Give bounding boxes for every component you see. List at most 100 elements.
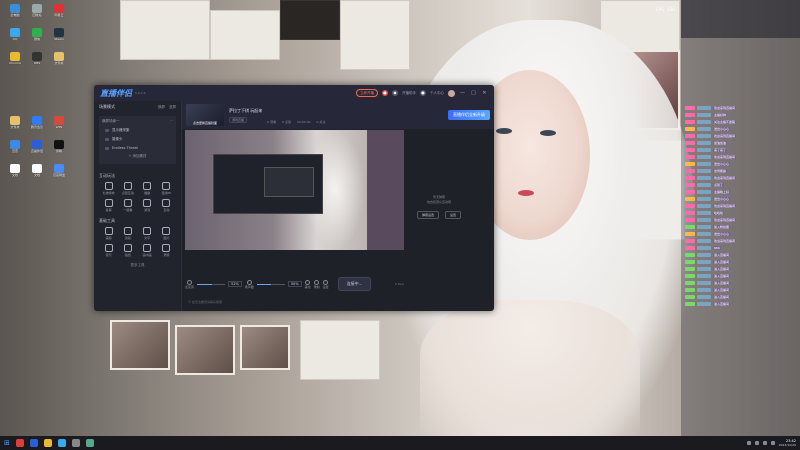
- minimize-button[interactable]: —: [459, 90, 466, 96]
- basic-tool[interactable]: 画中画: [138, 244, 157, 257]
- desktop-shortcut[interactable]: 网易云: [48, 4, 70, 24]
- interact-tool[interactable]: 点赞互动: [118, 182, 137, 195]
- beauty-control[interactable]: 美化: [305, 279, 311, 289]
- chat-message[interactable]: 进入直播间: [685, 273, 795, 278]
- promo-banner[interactable]: 直播伴侣全新升级: [448, 110, 490, 120]
- close-button[interactable]: ✕: [481, 90, 488, 96]
- chat-message[interactable]: 加入粉丝团: [685, 224, 795, 229]
- chat-message[interactable]: 进入直播间: [685, 294, 795, 299]
- basic-tool[interactable]: 图片: [157, 227, 176, 240]
- titlebar-label-profile[interactable]: 个人中心: [430, 91, 444, 96]
- chat-message[interactable]: 送出小心心: [685, 126, 795, 131]
- app-titlebar[interactable]: 直播伴侣 5.0.2.6 立即开播 ● ◆ 开播助手 ● 个人中心 — □ ✕: [94, 85, 494, 101]
- scene-source-item[interactable]: 显示器采集: [102, 126, 173, 135]
- clock[interactable]: 23:42 2023/12/20: [779, 439, 796, 447]
- desktop-shortcut[interactable]: OBS: [26, 52, 48, 72]
- chat-message[interactable]: 主播好帅: [685, 112, 795, 117]
- interact-tool[interactable]: 一起看: [118, 199, 137, 212]
- basic-tool[interactable]: 滤镜: [118, 227, 137, 240]
- volume-icon[interactable]: [770, 441, 775, 445]
- record-control[interactable]: 录制: [314, 279, 320, 289]
- desktop-shortcut[interactable]: 文档: [26, 164, 48, 184]
- desktop-shortcut[interactable]: Steam: [48, 28, 70, 48]
- chat-message[interactable]: 欢迎来到直播间: [685, 154, 795, 159]
- chat-message[interactable]: 欢迎来到直播间: [685, 133, 795, 138]
- scene-menu-icon[interactable]: ⋯: [170, 119, 174, 124]
- add-source-button[interactable]: + 添加素材: [102, 152, 173, 161]
- titlebar-label-assistant[interactable]: 开播助手: [402, 91, 416, 96]
- chat-message[interactable]: 欢迎来到直播间: [685, 105, 795, 110]
- tray-icon[interactable]: [746, 441, 751, 445]
- taskbar-app-icon[interactable]: [43, 439, 52, 447]
- chat-message[interactable]: 进入直播间: [685, 287, 795, 292]
- user-icon[interactable]: ●: [420, 90, 426, 96]
- basic-tool[interactable]: 音乐: [99, 244, 118, 257]
- taskbar-app-icon[interactable]: [57, 439, 66, 447]
- chat-message[interactable]: 666: [685, 245, 795, 250]
- landscape-button[interactable]: 横屏: [158, 105, 165, 110]
- chat-message[interactable]: 关注主播不迷路: [685, 119, 795, 124]
- speaker-control[interactable]: 扬声器: [245, 279, 254, 289]
- desktop-shortcut[interactable]: 剪映: [48, 140, 70, 160]
- interact-tool[interactable]: 连线PK: [157, 182, 176, 195]
- stream-preview-canvas[interactable]: [185, 130, 404, 250]
- taskbar-app-icon[interactable]: [71, 439, 80, 447]
- wifi-icon[interactable]: [762, 441, 767, 445]
- danmaku-settings-button[interactable]: 弹幕设置: [416, 211, 439, 219]
- mic-control[interactable]: 麦克风: [185, 279, 194, 289]
- chat-message[interactable]: 点赞了: [685, 182, 795, 187]
- notification-icon[interactable]: ●: [382, 90, 388, 96]
- settings-button[interactable]: 设置: [445, 211, 462, 219]
- portrait-button[interactable]: 竖屏: [169, 105, 176, 110]
- chat-message[interactable]: 进入直播间: [685, 280, 795, 285]
- interact-tool[interactable]: 礼物特效: [99, 182, 118, 195]
- basic-tool[interactable]: 录屏: [157, 244, 176, 257]
- desktop-shortcut[interactable]: 文件夹: [48, 52, 70, 72]
- desktop-shortcut[interactable]: QQ: [4, 28, 26, 48]
- mic-volume-percent[interactable]: 52%: [228, 281, 242, 287]
- desktop-shortcut[interactable]: 腾讯会议: [26, 116, 48, 136]
- start-live-button[interactable]: 连接中...: [337, 277, 372, 291]
- chat-message[interactable]: 来了来了: [685, 147, 795, 152]
- desktop-shortcut[interactable]: 迅雷: [4, 140, 26, 160]
- assistant-icon[interactable]: ◆: [392, 90, 398, 96]
- scene-mode-dropdown[interactable]: 场景模式: [99, 104, 115, 110]
- room-name[interactable]: 萨拉丁下棋 玩起来: [229, 108, 262, 114]
- interact-tool[interactable]: 游戏: [138, 199, 157, 212]
- taskbar-app-icon[interactable]: [29, 439, 38, 447]
- desktop-shortcut[interactable]: 直播伴侣: [26, 140, 48, 160]
- taskbar-app-icon[interactable]: [85, 439, 94, 447]
- scene-source-item[interactable]: Endless Threat: [102, 144, 173, 152]
- chat-message[interactable]: 欢迎来到直播间: [685, 175, 795, 180]
- mic-volume-slider[interactable]: [197, 283, 226, 285]
- chat-message[interactable]: 送出小心心: [685, 231, 795, 236]
- speaker-volume-slider[interactable]: [256, 283, 285, 285]
- chat-message[interactable]: 进入直播间: [685, 259, 795, 264]
- chat-message[interactable]: 欢迎来到直播间: [685, 217, 795, 222]
- basic-tool[interactable]: 文字: [138, 227, 157, 240]
- live-cover-thumbnail[interactable]: 点击更换直播封面: [186, 104, 224, 126]
- speaker-volume-percent[interactable]: 50%: [287, 281, 302, 287]
- interact-tool[interactable]: 投票: [99, 199, 118, 212]
- chat-message[interactable]: 送出小心心: [685, 161, 795, 166]
- basic-tool[interactable]: 贴纸: [118, 244, 137, 257]
- desktop-shortcut[interactable]: 文件夹: [4, 116, 26, 136]
- desktop-shortcut[interactable]: 微信: [26, 28, 48, 48]
- desktop-shortcut[interactable]: Chrome: [4, 52, 26, 72]
- avatar[interactable]: [448, 89, 455, 97]
- desktop-shortcut[interactable]: WPS: [48, 116, 70, 136]
- chat-message[interactable]: 送出小心心: [685, 196, 795, 201]
- tray-icon[interactable]: [754, 441, 759, 445]
- interact-tool[interactable]: 互动: [157, 199, 176, 212]
- maximize-button[interactable]: □: [470, 90, 477, 96]
- chat-message[interactable]: 欢迎来到直播间: [685, 238, 795, 243]
- chat-message[interactable]: 进入直播间: [685, 301, 795, 306]
- desktop-shortcut[interactable]: 文档: [4, 164, 26, 184]
- chat-message[interactable]: 进入直播间: [685, 266, 795, 271]
- chat-message[interactable]: 加油加油: [685, 140, 795, 145]
- more-tools-button[interactable]: 更多工具: [94, 263, 181, 268]
- go-live-badge-button[interactable]: 立即开播: [356, 89, 378, 97]
- desktop-shortcut[interactable]: 此电脑: [4, 4, 26, 24]
- chat-message[interactable]: 哈哈哈: [685, 210, 795, 215]
- settings-control[interactable]: 设置: [323, 279, 329, 289]
